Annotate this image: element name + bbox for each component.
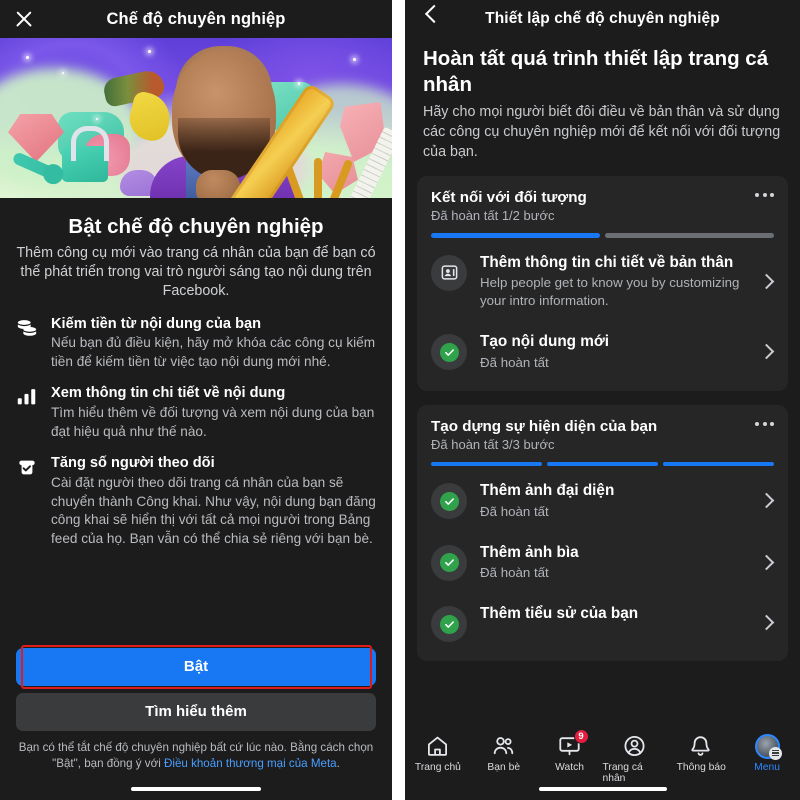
feature-item-insights: Xem thông tin chi tiết về nội dung Tìm h… — [16, 384, 376, 441]
more-horizontal-icon[interactable] — [755, 421, 774, 426]
feature-title: Xem thông tin chi tiết về nội dung — [51, 385, 286, 402]
menu-avatar-icon — [754, 733, 782, 760]
card-progress-text: Đã hoàn tất 1/2 bước — [431, 208, 555, 224]
right-screen-title: Thiết lập chế độ chuyên nghiệp — [485, 10, 720, 27]
nav-label: Menu — [754, 762, 780, 773]
nav-item-profile[interactable]: Trang cá nhân — [602, 734, 668, 784]
progress-segment — [547, 461, 658, 467]
check-circle-icon — [431, 606, 467, 643]
profile-details-icon — [431, 254, 467, 291]
close-icon[interactable] — [14, 9, 34, 29]
setup-card-audience: Kết nối với đối tượng Đã hoàn tất 1/2 bư… — [417, 176, 788, 391]
nav-item-notifications[interactable]: Thông báo — [668, 734, 734, 773]
left-content: Bật chế độ chuyên nghiệp Thêm công cụ mớ… — [0, 198, 392, 548]
card-title: Tạo dựng sự hiện diện của bạn — [431, 417, 658, 435]
home-icon — [425, 734, 451, 758]
bar-chart-icon — [16, 384, 40, 441]
row-title: Thêm thông tin chi tiết về bản thân — [480, 253, 734, 271]
page-subtitle: Thêm công cụ mới vào trang cá nhân của b… — [16, 244, 376, 300]
check-circle-icon — [431, 483, 467, 520]
right-top-bar: Thiết lập chế độ chuyên nghiệp — [405, 0, 800, 38]
meta-commercial-terms-link[interactable]: Điều khoản thương mại của Meta — [164, 757, 337, 770]
turn-on-button[interactable]: Bật — [16, 648, 376, 687]
hamburger-badge-icon — [768, 746, 782, 760]
nav-label: Thông báo — [676, 762, 726, 773]
progress-segment — [431, 233, 600, 238]
learn-more-button[interactable]: Tìm hiểu thêm — [16, 693, 376, 732]
legal-disclaimer: Bạn có thể tắt chế độ chuyên nghiệp bất … — [16, 740, 376, 772]
row-title: Thêm tiểu sử của bạn — [480, 605, 639, 623]
nav-label: Trang cá nhân — [602, 762, 643, 784]
setup-row-bio[interactable]: Thêm tiểu sử của bạn — [417, 593, 788, 653]
feature-desc: Cài đặt người theo dõi trang cá nhân của… — [51, 475, 376, 546]
setup-subtitle: Hãy cho mọi người biết đôi điều về bản t… — [423, 104, 781, 161]
setup-row-profile-photo[interactable]: Thêm ảnh đại diện Đã hoàn tất — [417, 470, 788, 532]
coins-icon — [16, 315, 40, 372]
feature-title: Kiếm tiền từ nội dung của bạn — [51, 315, 262, 332]
panel-divider — [392, 0, 405, 800]
nav-item-home[interactable]: Trang chủ — [405, 734, 471, 773]
row-subtitle: Đã hoàn tất — [480, 565, 549, 581]
nav-item-watch[interactable]: 9 Watch — [537, 729, 603, 773]
progress-segment — [605, 233, 774, 238]
feature-item-followers: Tăng số người theo dõi Cài đặt người the… — [16, 454, 376, 548]
setup-row-cover-photo[interactable]: Thêm ảnh bìa Đã hoàn tất — [417, 532, 788, 594]
left-action-area: Bật Tìm hiểu thêm Bạn có thể tắt chế độ … — [0, 645, 392, 800]
setup-row-add-details[interactable]: Thêm thông tin chi tiết về bản thân Help… — [417, 242, 788, 321]
dual-phone-screenshot: Chế độ chuyên nghiệp Bật chế độ chuyên n… — [0, 0, 800, 800]
follow-check-icon — [16, 454, 40, 548]
profile-icon — [622, 734, 648, 758]
row-subtitle: Help people get to know you by customizi… — [480, 275, 740, 309]
home-indicator — [131, 786, 261, 791]
row-title: Thêm ảnh đại diện — [480, 482, 615, 500]
right-header: Hoàn tất quá trình thiết lập trang cá nh… — [405, 38, 800, 176]
home-indicator — [538, 786, 667, 791]
row-subtitle: Đã hoàn tất — [480, 354, 549, 370]
left-phone-panel: Chế độ chuyên nghiệp Bật chế độ chuyên n… — [0, 0, 392, 800]
nav-label: Bạn bè — [487, 762, 521, 773]
check-circle-icon — [431, 544, 467, 581]
progress-segment — [431, 461, 542, 467]
nav-item-menu[interactable]: Menu — [734, 733, 800, 773]
hero-illustration — [0, 38, 392, 198]
setup-card-presence: Tạo dựng sự hiện diện của bạn Đã hoàn tấ… — [417, 404, 788, 800]
progress-bars — [417, 223, 788, 242]
row-title: Tạo nội dung mới — [480, 333, 609, 351]
bell-icon — [688, 734, 714, 758]
setup-title: Hoàn tất quá trình thiết lập trang cá nh… — [423, 47, 769, 96]
bottom-navigation-bar: Trang chủ Bạn bè 9 Watch Trang cá nhân T… — [405, 728, 800, 800]
more-horizontal-icon[interactable] — [755, 193, 774, 198]
legal-text-after: . — [336, 757, 340, 771]
feature-item-monetize: Kiếm tiền từ nội dung của bạn Nếu bạn đủ… — [16, 315, 376, 372]
progress-bars — [417, 452, 788, 471]
progress-segment — [663, 461, 774, 467]
friends-icon — [491, 734, 517, 758]
setup-row-create-content[interactable]: Tạo nội dung mới Đã hoàn tất — [417, 321, 788, 383]
left-screen-title: Chế độ chuyên nghiệp — [106, 9, 286, 28]
row-title: Thêm ảnh bìa — [480, 543, 579, 561]
row-subtitle: Đã hoàn tất — [480, 503, 549, 519]
nav-label: Trang chủ — [414, 762, 461, 773]
feature-title: Tăng số người theo dõi — [51, 455, 215, 472]
feature-desc: Nếu bạn đủ điều kiện, hãy mở khóa các cô… — [51, 335, 376, 369]
nav-item-friends[interactable]: Bạn bè — [471, 734, 537, 773]
card-title: Kết nối với đối tượng — [431, 189, 587, 207]
watch-icon: 9 — [557, 729, 589, 758]
left-top-bar: Chế độ chuyên nghiệp — [0, 0, 392, 38]
nav-label: Watch — [555, 762, 584, 773]
avatar — [754, 733, 782, 760]
feature-desc: Tìm hiểu thêm về đối tượng và xem nội du… — [51, 405, 375, 439]
card-progress-text: Đã hoàn tất 3/3 bước — [431, 436, 555, 452]
check-circle-icon — [431, 334, 467, 371]
page-title: Bật chế độ chuyên nghiệp — [68, 215, 324, 238]
watch-badge: 9 — [573, 729, 589, 744]
right-phone-panel: Thiết lập chế độ chuyên nghiệp Hoàn tất … — [405, 0, 800, 800]
